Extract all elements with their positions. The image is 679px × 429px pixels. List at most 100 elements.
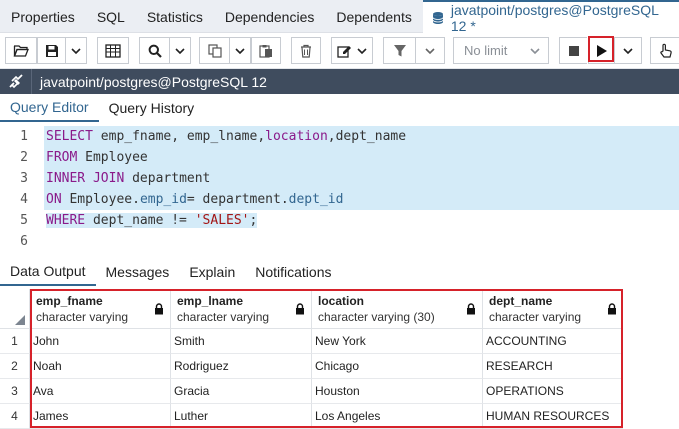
sql-editor[interactable]: 1 2 3 4 5 6 SELECT emp_fname, emp_lname,… bbox=[0, 122, 679, 256]
edit-grid-button[interactable] bbox=[97, 37, 129, 64]
edit-dropdown-button[interactable] bbox=[331, 37, 373, 64]
tab-query-editor[interactable]: Query Editor bbox=[0, 94, 99, 122]
tab-dependents[interactable]: Dependents bbox=[325, 0, 423, 33]
code-line: FROM Employee bbox=[44, 147, 679, 168]
data-output-grid: emp_fname character varying emp_lname ch… bbox=[0, 287, 679, 429]
stop-button[interactable] bbox=[559, 37, 587, 64]
table-cell[interactable]: Noah bbox=[30, 354, 171, 379]
column-header-emp-fname[interactable]: emp_fname character varying bbox=[30, 289, 171, 329]
row-limit-value: No limit bbox=[464, 43, 508, 58]
table-row[interactable]: 2 Noah Rodriguez Chicago RESEARCH bbox=[0, 354, 623, 379]
play-icon bbox=[596, 44, 608, 58]
tab-query-history[interactable]: Query History bbox=[99, 94, 205, 122]
column-header-dept-name[interactable]: dept_name character varying bbox=[483, 289, 623, 329]
tab-query-tool[interactable]: javatpoint/postgres@PostgreSQL 12 * bbox=[422, 0, 679, 34]
table-cell[interactable]: New York bbox=[312, 329, 483, 354]
column-header-emp-lname[interactable]: emp_lname character varying bbox=[171, 289, 312, 329]
result-tabs: Data Output Messages Explain Notificatio… bbox=[0, 258, 679, 286]
execute-button[interactable] bbox=[588, 37, 614, 64]
row-limit-select[interactable]: No limit bbox=[453, 37, 549, 64]
code-line: ON Employee.emp_id= department.dept_id bbox=[44, 189, 679, 210]
chevron-down-icon bbox=[623, 47, 633, 55]
tab-label: Dependencies bbox=[224, 8, 315, 25]
table-cell[interactable]: Houston bbox=[312, 379, 483, 404]
pointer-button[interactable] bbox=[650, 37, 679, 64]
find-button[interactable] bbox=[139, 37, 169, 64]
save-icon bbox=[45, 44, 59, 58]
code-area[interactable]: SELECT emp_fname, emp_lname,location,dep… bbox=[44, 126, 679, 252]
connection-status-icon[interactable] bbox=[0, 69, 32, 94]
table-cell[interactable]: Smith bbox=[171, 329, 312, 354]
table-cell[interactable]: Luther bbox=[171, 404, 312, 429]
line-gutter: 1 2 3 4 5 6 bbox=[0, 126, 40, 252]
column-type: character varying (30) bbox=[318, 310, 435, 324]
table-cell[interactable]: Los Angeles bbox=[312, 404, 483, 429]
lock-icon bbox=[154, 302, 164, 315]
table-cell[interactable]: John bbox=[30, 329, 171, 354]
filter-button[interactable] bbox=[383, 37, 415, 64]
hand-pointer-icon bbox=[659, 43, 673, 59]
copy-button[interactable] bbox=[199, 37, 229, 64]
tab-properties[interactable]: Properties bbox=[0, 0, 86, 33]
column-type: character varying bbox=[177, 310, 270, 324]
clipboard-icon bbox=[259, 44, 273, 58]
tab-statistics[interactable]: Statistics bbox=[136, 0, 214, 33]
table-icon bbox=[105, 43, 121, 58]
tab-label: SQL bbox=[96, 8, 125, 25]
table-row[interactable]: 4 James Luther Los Angeles HUMAN RESOURC… bbox=[0, 404, 623, 429]
chevron-down-icon bbox=[175, 47, 185, 55]
tab-label: Explain bbox=[189, 264, 236, 280]
lock-icon bbox=[295, 302, 305, 315]
save-button[interactable] bbox=[37, 37, 65, 64]
paste-button[interactable] bbox=[251, 37, 281, 64]
table-cell[interactable]: ACCOUNTING bbox=[483, 329, 623, 354]
tab-label: Messages bbox=[105, 264, 170, 280]
tab-data-output[interactable]: Data Output bbox=[0, 258, 96, 286]
table-row[interactable]: 3 Ava Gracia Houston OPERATIONS bbox=[0, 379, 623, 404]
table-cell[interactable]: Rodriguez bbox=[171, 354, 312, 379]
find-dropdown-button[interactable] bbox=[169, 37, 191, 64]
column-name: location bbox=[318, 294, 365, 308]
line-number: 5 bbox=[20, 213, 28, 228]
table-cell[interactable]: RESEARCH bbox=[483, 354, 623, 379]
code-line: INNER JOIN department bbox=[44, 168, 679, 189]
row-number[interactable]: 2 bbox=[0, 354, 30, 379]
column-name: dept_name bbox=[489, 294, 553, 308]
edit-icon bbox=[337, 44, 353, 58]
tab-label: Statistics bbox=[146, 8, 203, 25]
tab-messages[interactable]: Messages bbox=[96, 258, 180, 286]
row-number[interactable]: 3 bbox=[0, 379, 30, 404]
table-cell[interactable]: Chicago bbox=[312, 354, 483, 379]
filter-dropdown-button[interactable] bbox=[415, 37, 445, 64]
save-dropdown-button[interactable] bbox=[65, 37, 87, 64]
tab-dependencies[interactable]: Dependencies bbox=[214, 0, 326, 33]
delete-button[interactable] bbox=[291, 37, 321, 64]
open-file-button[interactable] bbox=[5, 37, 37, 64]
database-icon bbox=[431, 11, 445, 25]
row-number[interactable]: 1 bbox=[0, 329, 30, 354]
filter-icon bbox=[393, 44, 407, 58]
tab-label: Query Editor bbox=[10, 99, 89, 115]
table-cell[interactable]: Ava bbox=[30, 379, 171, 404]
column-type: character varying bbox=[36, 310, 129, 324]
tab-sql[interactable]: SQL bbox=[86, 0, 136, 33]
row-number[interactable]: 4 bbox=[0, 404, 30, 429]
column-type: character varying bbox=[489, 310, 582, 324]
tab-explain[interactable]: Explain bbox=[179, 258, 245, 286]
execute-dropdown-button[interactable] bbox=[614, 37, 642, 64]
column-header-location[interactable]: location character varying (30) bbox=[312, 289, 483, 329]
copy-dropdown-button[interactable] bbox=[229, 37, 251, 64]
column-name: emp_lname bbox=[177, 294, 244, 308]
table-cell[interactable]: James bbox=[30, 404, 171, 429]
stop-icon bbox=[568, 45, 580, 57]
select-all-corner[interactable] bbox=[0, 289, 30, 329]
tab-label: Data Output bbox=[10, 263, 86, 279]
table-row[interactable]: 1 John Smith New York ACCOUNTING bbox=[0, 329, 623, 354]
line-number: 6 bbox=[20, 234, 28, 249]
table-cell[interactable]: OPERATIONS bbox=[483, 379, 623, 404]
line-number: 2 bbox=[20, 150, 28, 165]
tab-notifications[interactable]: Notifications bbox=[245, 258, 341, 286]
table-cell[interactable]: Gracia bbox=[171, 379, 312, 404]
table-cell[interactable]: HUMAN RESOURCES bbox=[483, 404, 623, 429]
